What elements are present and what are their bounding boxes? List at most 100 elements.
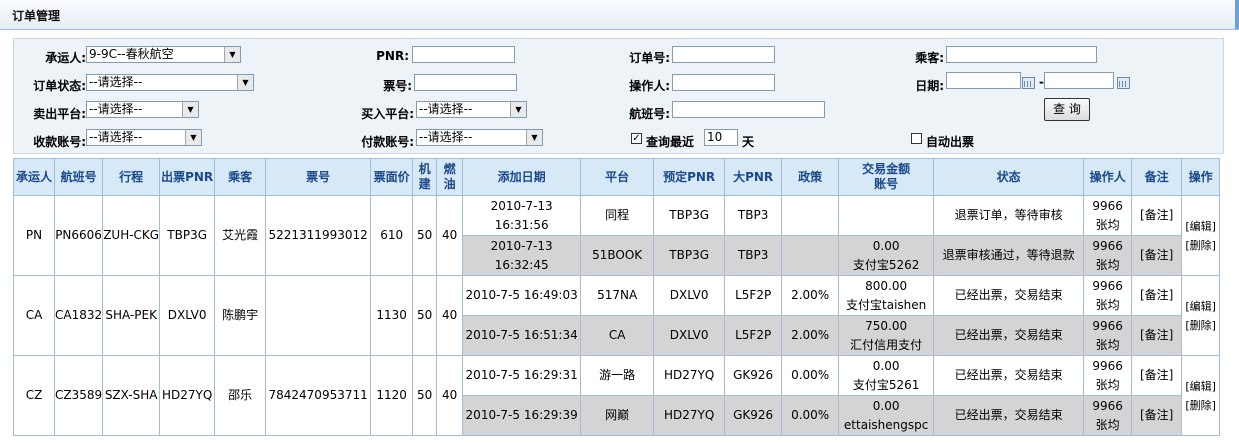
receive-account-select-value: --请选择--	[89, 130, 143, 144]
buy-platform-select-value: --请选择--	[419, 102, 473, 116]
calendar-icon[interactable]	[1022, 77, 1035, 89]
auto-issue-checkbox[interactable]	[911, 133, 922, 144]
carrier-select[interactable]: 9-9C--春秋航空 ▼	[86, 46, 241, 63]
status-cell: 已经出票，交易结束	[933, 395, 1085, 436]
ticket-cell	[265, 275, 372, 356]
search-form: 承运人: 9-9C--春秋航空 ▼ PNR: 订单号: 乘客: 订单状态: --…	[13, 38, 1224, 154]
table-row: CA CA1832 SHA-PEK DXLV0 陈鹏宇 1130 50 40 2…	[13, 275, 1221, 356]
operator-id: 9966	[1092, 238, 1123, 253]
pnr-cell: HD27YQ	[159, 355, 216, 436]
amount-cell	[838, 195, 935, 236]
account-value: 支付宝5261	[852, 377, 920, 392]
col-amount-line2: 账号	[874, 177, 899, 191]
amount-value: 0.00	[872, 238, 900, 253]
delete-link[interactable]: [删除]	[1185, 239, 1216, 252]
big-pnr-cell: GK926	[724, 355, 783, 396]
date-cell: 2010-7-5 16:49:03	[462, 275, 582, 316]
book-pnr-cell: HD27YQ	[653, 395, 726, 436]
action-cell: [编辑] [删除]	[1181, 275, 1221, 356]
amount-cell: 800.00 支付宝taishen	[838, 275, 935, 316]
policy-cell: 2.00%	[781, 275, 840, 316]
ticket-cell: 5221311993012	[265, 195, 372, 276]
ticket-no-input[interactable]	[414, 74, 517, 91]
chevron-down-icon: ▼	[237, 75, 253, 90]
buy-platform-label: 买入平台:	[361, 107, 414, 121]
edit-link[interactable]: [编辑]	[1185, 220, 1216, 233]
book-pnr-cell: DXLV0	[653, 275, 726, 316]
flight-no-input[interactable]	[672, 101, 825, 118]
remark-link[interactable]: [备注]	[1131, 235, 1183, 276]
receive-account-select[interactable]: --请选择-- ▼	[86, 129, 202, 146]
pay-account-label: 付款账号:	[361, 135, 414, 149]
delete-link[interactable]: [删除]	[1185, 399, 1216, 412]
action-cell: [编辑] [删除]	[1181, 195, 1221, 276]
page-title: 订单管理	[12, 9, 61, 23]
edit-link[interactable]: [编辑]	[1185, 300, 1216, 313]
operator-id: 9966	[1092, 398, 1123, 413]
col-fuel: 燃油	[436, 158, 464, 196]
operator-input[interactable]	[672, 74, 775, 91]
amount-value: 0.00	[872, 358, 900, 373]
col-fare: 票面价	[370, 158, 414, 196]
pnr-label: PNR:	[376, 49, 409, 63]
route-cell: SHA-PEK	[102, 275, 161, 356]
account-value: ettaishengspc	[843, 417, 929, 432]
col-policy: 政策	[781, 158, 840, 196]
status-cell: 已经出票，交易结束	[933, 315, 1085, 356]
policy-cell: 0.00%	[781, 355, 840, 396]
calendar-icon[interactable]	[1117, 77, 1130, 89]
big-pnr-cell: L5F2P	[724, 315, 783, 356]
tax-cell: 50	[412, 355, 438, 436]
carrier-cell: CA	[13, 275, 55, 356]
amount-cell: 0.00 支付宝5261	[838, 355, 935, 396]
operator-label: 操作人:	[629, 79, 670, 93]
remark-link[interactable]: [备注]	[1131, 315, 1183, 356]
edit-link[interactable]: [编辑]	[1185, 380, 1216, 393]
table-header-row: 承运人 航班号 行程 出票PNR 乘客 票号 票面价 机建 燃油 添加日期 平台…	[13, 158, 1221, 196]
passenger-input[interactable]	[946, 46, 1097, 63]
buy-platform-select[interactable]: --请选择-- ▼	[416, 101, 527, 118]
operator-name: 张均	[1095, 217, 1120, 232]
amount-value: 800.00	[865, 278, 908, 293]
tax-cell: 50	[412, 195, 438, 276]
pnr-input[interactable]	[412, 46, 515, 63]
fuel-cell: 40	[436, 355, 464, 436]
col-ticket-no: 票号	[265, 158, 372, 196]
col-airport-tax-line1: 机	[418, 162, 431, 176]
sell-platform-select[interactable]: --请选择-- ▼	[86, 101, 199, 118]
order-status-select[interactable]: --请选择-- ▼	[86, 74, 254, 91]
col-carrier: 承运人	[13, 158, 55, 196]
orders-body: PN PN6606 ZUH-CKG TBP3G 艾光霞 522131199301…	[13, 195, 1221, 436]
flight-cell: CA1832	[53, 275, 104, 356]
remark-link[interactable]: [备注]	[1131, 275, 1183, 316]
operator-name: 张均	[1095, 377, 1120, 392]
remark-link[interactable]: [备注]	[1131, 355, 1183, 396]
recent-checkbox[interactable]: ✓	[631, 133, 642, 144]
col-remark: 备注	[1131, 158, 1183, 196]
operator-cell: 9966 张均	[1083, 195, 1133, 236]
policy-cell	[781, 195, 840, 236]
remark-link[interactable]: [备注]	[1131, 395, 1183, 436]
chevron-down-icon: ▼	[185, 130, 201, 145]
col-passenger: 乘客	[214, 158, 267, 196]
order-no-input[interactable]	[672, 46, 775, 63]
operator-cell: 9966 张均	[1083, 235, 1133, 276]
date-to-input[interactable]	[1044, 72, 1114, 89]
col-flight: 航班号	[53, 158, 104, 196]
fare-cell: 610	[370, 195, 414, 276]
remark-link[interactable]: [备注]	[1131, 195, 1183, 236]
operator-cell: 9966 张均	[1083, 395, 1133, 436]
delete-link[interactable]: [删除]	[1185, 319, 1216, 332]
passenger-cell: 艾光霞	[214, 195, 267, 276]
date-cell: 2010-7-5 16:29:39	[462, 395, 582, 436]
recent-days-input[interactable]: 10	[704, 129, 738, 146]
chevron-down-icon: ▼	[526, 130, 542, 145]
ticket-no-label: 票号:	[383, 79, 412, 93]
date-from-input[interactable]	[946, 72, 1021, 89]
pay-account-select[interactable]: --请选择-- ▼	[416, 129, 543, 146]
query-button[interactable]: 查 询	[1044, 98, 1090, 121]
col-fuel-line2: 油	[443, 177, 456, 191]
col-action: 操作	[1181, 158, 1221, 196]
platform-cell: 517NA	[580, 275, 655, 316]
operator-name: 张均	[1095, 337, 1120, 352]
